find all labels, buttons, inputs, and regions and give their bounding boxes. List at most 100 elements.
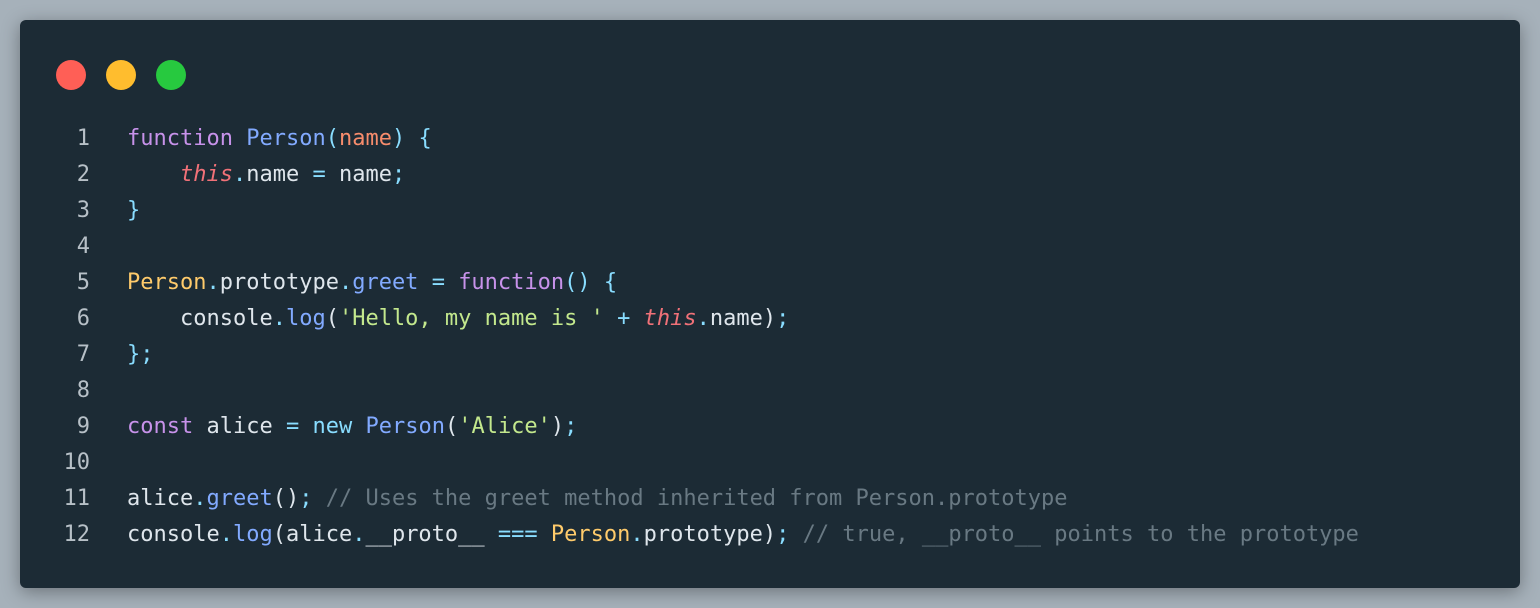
close-button[interactable] (56, 60, 86, 90)
code-token: this (179, 162, 233, 187)
line-number: 7 (76, 342, 90, 367)
code-token: { (418, 126, 432, 151)
code-token: . (352, 522, 366, 547)
code-token: 'Alice' (458, 414, 551, 439)
code-line: 11 alice.greet(); // Uses the greet metho… (20, 481, 1520, 517)
code-token: ; (776, 306, 790, 331)
code-token: ) (550, 414, 565, 439)
code-token: ; (299, 486, 313, 511)
code-token: ; (776, 522, 790, 547)
code-token: () (564, 270, 591, 295)
line-number: 1 (76, 126, 90, 151)
code-token: = (312, 162, 326, 187)
code-token: name (338, 162, 392, 187)
code-block: 1 function Person(name) {2 this.name = na… (20, 121, 1520, 553)
maximize-button[interactable] (156, 60, 186, 90)
code-token: }; (127, 342, 154, 367)
code-token: log (232, 522, 273, 547)
minimize-button[interactable] (106, 60, 136, 90)
code-token: name (246, 162, 300, 187)
code-window: 1 function Person(name) {2 this.name = na… (20, 20, 1520, 588)
code-token: name (709, 306, 763, 331)
line-source: }; (127, 337, 154, 373)
code-line: 6 console.log('Hello, my name is ' + thi… (20, 301, 1520, 337)
code-token: . (232, 162, 247, 187)
code-token: alice (127, 486, 194, 511)
code-token: function (127, 126, 233, 151)
line-number: 4 (76, 234, 90, 259)
code-token: = (285, 414, 300, 439)
code-token: . (630, 522, 644, 547)
code-line: 7}; (20, 337, 1520, 373)
line-source: function Person(name) { (127, 121, 432, 157)
code-token: ; (391, 162, 406, 187)
code-token: ) (391, 126, 406, 151)
code-token: ( (272, 522, 286, 547)
code-token: const (127, 414, 194, 439)
code-token: Person (127, 270, 207, 295)
code-token: greet (352, 270, 419, 295)
code-token: this (643, 306, 697, 331)
line-source: this.name = name; (127, 157, 405, 193)
code-line: 10 (20, 445, 1520, 481)
code-token: ; (564, 414, 578, 439)
code-token: . (696, 306, 710, 331)
code-line: 2 this.name = name; (20, 157, 1520, 193)
code-line: 8 (20, 373, 1520, 409)
code-token: log (285, 306, 326, 331)
code-token: __proto__ (365, 522, 485, 547)
line-source: console.log(alice.__proto__ === Person.p… (127, 517, 1359, 553)
line-source: const alice = new Person('Alice'); (127, 409, 577, 445)
line-number: 5 (76, 270, 90, 295)
line-number: 11 (63, 486, 91, 511)
code-token: ( (444, 414, 459, 439)
code-token: // true, __proto__ points to the prototy… (802, 522, 1359, 547)
code-token: prototype (219, 270, 339, 295)
code-line: 3} (20, 193, 1520, 229)
code-token: alice (285, 522, 353, 547)
code-token: console (179, 306, 273, 331)
code-token: . (193, 486, 207, 511)
code-token: . (338, 270, 353, 295)
code-token: 'Hello, my name is ' (338, 306, 604, 331)
code-token: ( (325, 126, 339, 151)
code-token: alice (206, 414, 273, 439)
line-number: 3 (76, 198, 90, 223)
code-line: 5 Person.prototype.greet = function() { (20, 265, 1520, 301)
code-line: 12 console.log(alice.__proto__ === Person… (20, 517, 1520, 553)
code-token: function (458, 270, 565, 295)
line-number: 8 (76, 378, 90, 403)
code-token: . (272, 306, 286, 331)
line-source: Person.prototype.greet = function() { (127, 265, 617, 301)
code-token: ( (325, 306, 339, 331)
code-token: { (603, 270, 618, 295)
code-token: } (127, 198, 141, 223)
line-number: 9 (76, 414, 90, 439)
code-token: () (272, 486, 300, 511)
line-source: alice.greet(); // Uses the greet method … (127, 481, 1067, 517)
code-token: ) (762, 522, 777, 547)
code-line: 4 (20, 229, 1520, 265)
code-token: = (431, 270, 445, 295)
code-token: . (219, 522, 233, 547)
line-number: 12 (63, 522, 91, 547)
code-token: . (206, 270, 220, 295)
code-token: + (617, 306, 631, 331)
